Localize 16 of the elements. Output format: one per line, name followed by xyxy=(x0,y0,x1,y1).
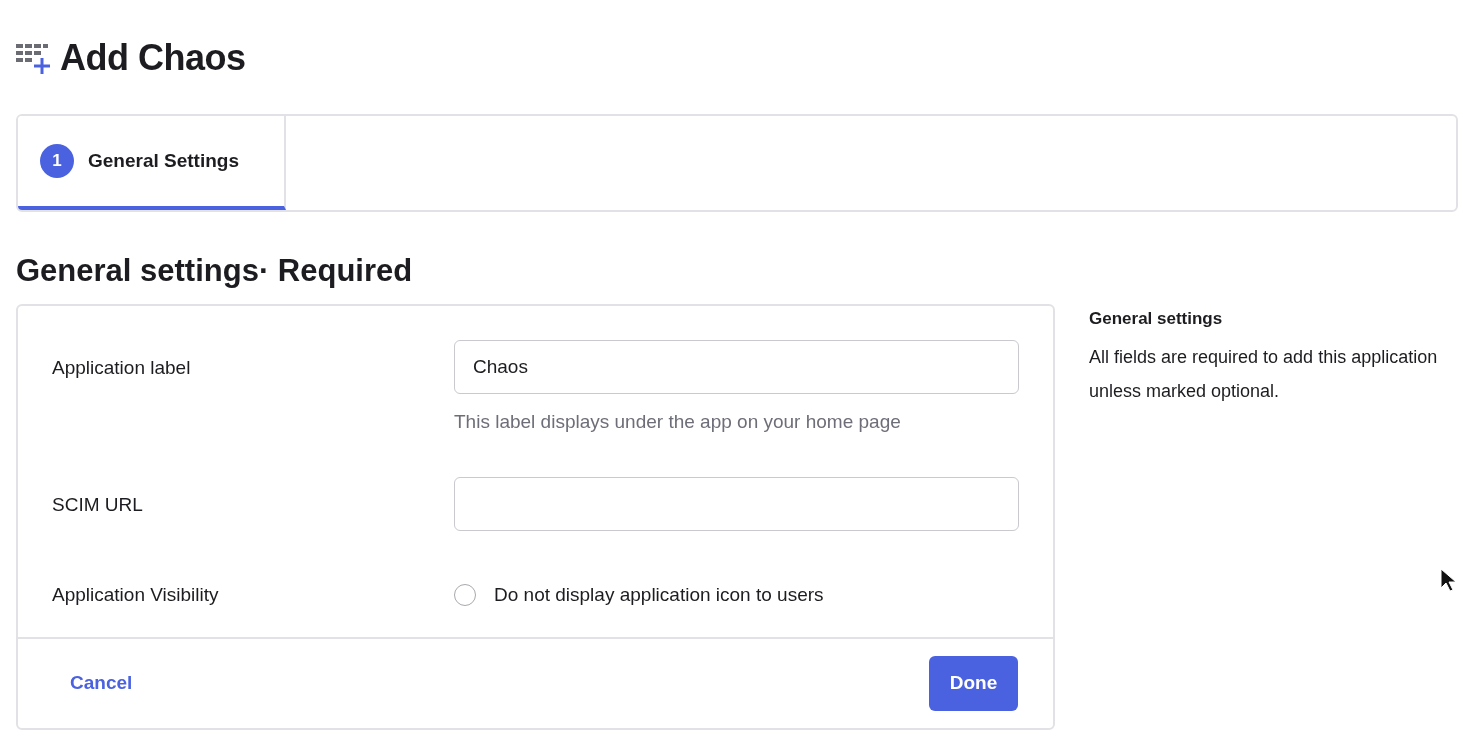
cancel-link[interactable]: Cancel xyxy=(70,669,133,698)
text-input-field[interactable] xyxy=(454,476,1019,531)
mouse-pointer-icon xyxy=(1440,568,1456,592)
step-number: 1 xyxy=(40,144,74,178)
aside-text: All fields are required to add this application unless marked optional. xyxy=(1089,345,1439,403)
done-button[interactable]: Done xyxy=(929,656,1018,711)
help-text: This label displays under the app on your home page xyxy=(454,410,902,434)
field-label: SCIM URL xyxy=(52,492,144,517)
page-title: Add Chaos xyxy=(60,36,246,80)
step-tab[interactable]: 1 General Settings xyxy=(18,116,286,210)
section-title: General settings· Required xyxy=(16,252,414,290)
field-label: Application label xyxy=(52,356,192,380)
checkbox-label[interactable]: Do not display application icon to users xyxy=(494,580,824,609)
text-input-field[interactable]: Chaos xyxy=(454,340,1019,394)
field-label: Application Visibility xyxy=(52,582,220,607)
aside-title: General settings xyxy=(1089,308,1224,330)
